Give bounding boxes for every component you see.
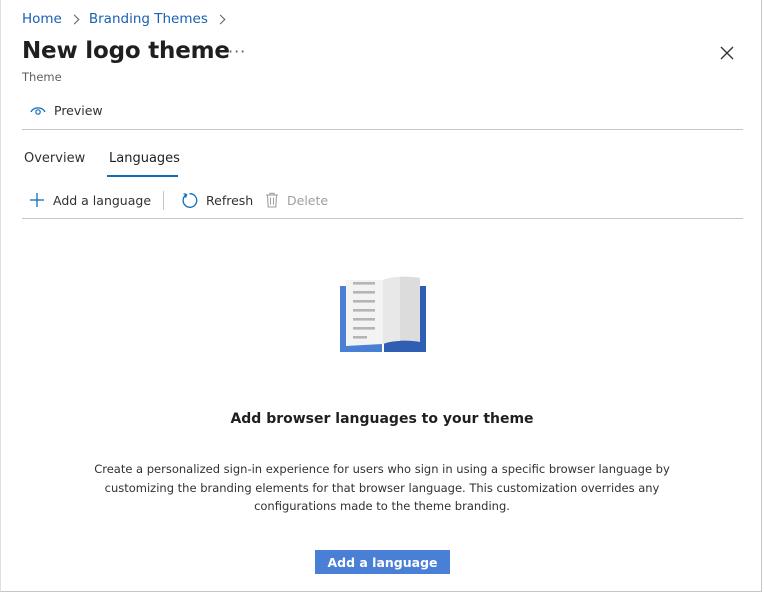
- add-language-label: Add a language: [53, 192, 152, 208]
- preview-button[interactable]: Preview: [30, 103, 103, 118]
- breadcrumb-branding-themes[interactable]: Branding Themes: [89, 11, 208, 27]
- close-button[interactable]: [718, 44, 736, 62]
- preview-label: Preview: [54, 103, 103, 118]
- add-icon: [30, 193, 44, 207]
- book-icon: [338, 274, 428, 358]
- eye-icon: [30, 106, 46, 115]
- add-language-toolbar-button[interactable]: Add a language: [29, 192, 151, 208]
- delete-label: Delete: [287, 192, 329, 208]
- close-icon: [720, 46, 734, 60]
- tab-selected-indicator: [107, 175, 178, 177]
- refresh-label: Refresh: [206, 193, 254, 208]
- refresh-icon: [182, 192, 198, 208]
- divider: [22, 218, 743, 219]
- more-options-button[interactable]: ···: [228, 42, 246, 61]
- refresh-button[interactable]: Refresh: [181, 192, 253, 209]
- delete-button[interactable]: Delete: [265, 192, 328, 208]
- divider: [22, 129, 743, 130]
- chevron-right-icon: [69, 14, 80, 24]
- empty-state-title: Add browser languages to your theme: [230, 411, 534, 427]
- tab-languages[interactable]: Languages: [109, 151, 180, 166]
- tab-overview[interactable]: Overview: [24, 151, 85, 166]
- breadcrumb-home[interactable]: Home: [22, 11, 62, 27]
- trash-icon: [266, 192, 278, 208]
- page-subtitle: Theme: [22, 70, 62, 84]
- breadcrumb: Home Branding Themes: [22, 11, 235, 27]
- add-language-button[interactable]: Add a language: [315, 550, 450, 574]
- empty-state-description: Create a personalized sign-in experience…: [94, 462, 670, 513]
- toolbar-separator: [163, 191, 164, 210]
- chevron-right-icon: [215, 14, 226, 24]
- page-title: New logo theme: [22, 38, 230, 64]
